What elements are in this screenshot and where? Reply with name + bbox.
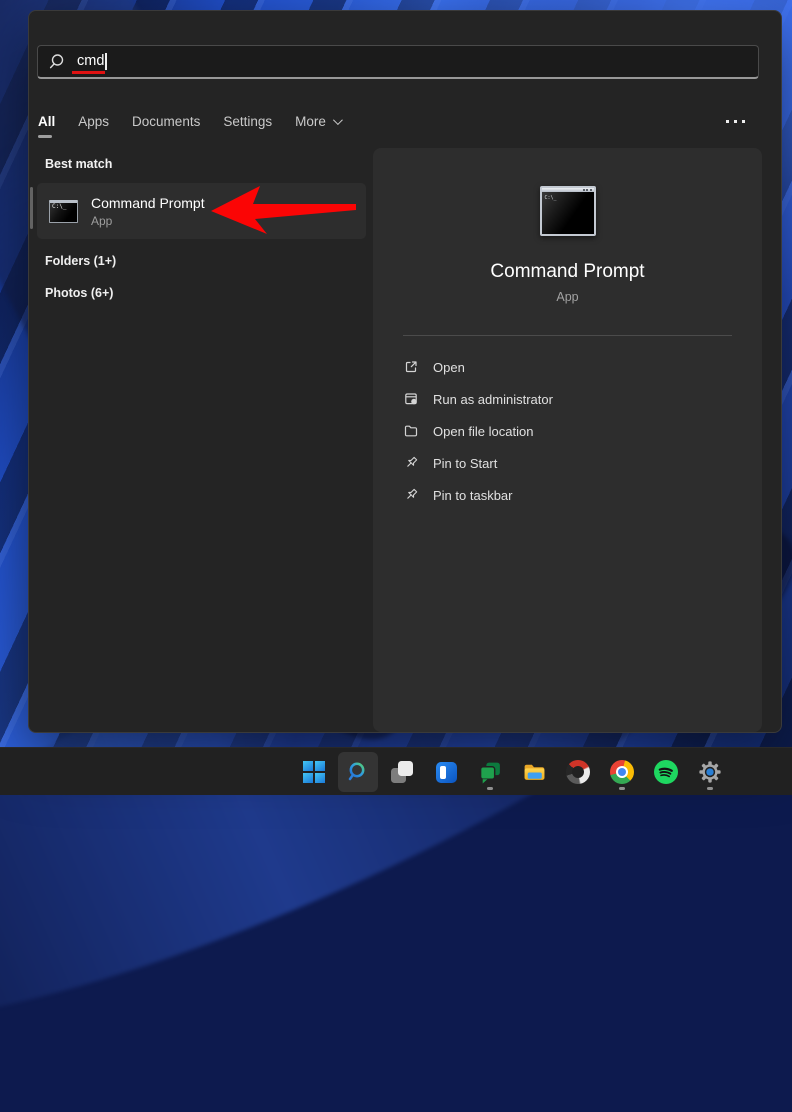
group-photos[interactable]: Photos (6+) bbox=[45, 286, 113, 300]
search-flyout: cmd All Apps Documents Settings More Bes… bbox=[28, 10, 782, 733]
scrollbar-thumb[interactable] bbox=[30, 187, 33, 229]
spotify-icon bbox=[654, 760, 678, 784]
cmd-icon-titlebar bbox=[542, 188, 594, 192]
taskbar-widgets-button[interactable] bbox=[426, 752, 466, 792]
chevron-down-icon bbox=[333, 115, 343, 125]
tab-all-label: All bbox=[38, 114, 55, 129]
action-open-file-location-label: Open file location bbox=[433, 424, 533, 439]
tab-documents[interactable]: Documents bbox=[131, 114, 201, 129]
taskbar-start-button[interactable] bbox=[294, 752, 334, 792]
tab-all[interactable]: All bbox=[37, 114, 56, 129]
search-icon bbox=[48, 53, 65, 70]
tab-more-label: More bbox=[295, 114, 326, 129]
best-match-item[interactable]: C:\_ Command Prompt App bbox=[37, 183, 366, 239]
preview-pane: C:\_ Command Prompt App Open Run as admi… bbox=[373, 148, 762, 732]
chat-icon bbox=[478, 760, 503, 785]
widgets-icon bbox=[436, 762, 457, 783]
text-caret bbox=[105, 53, 107, 70]
divider bbox=[403, 335, 732, 336]
group-folders[interactable]: Folders (1+) bbox=[45, 254, 116, 268]
action-pin-to-start[interactable]: Pin to Start bbox=[391, 447, 744, 479]
taskbar-spotify-button[interactable] bbox=[646, 752, 686, 792]
settings-gear-icon bbox=[697, 759, 723, 785]
preview-subtitle: App bbox=[556, 290, 578, 304]
search-query-text: cmd bbox=[77, 54, 104, 69]
best-match-subtitle: App bbox=[91, 214, 205, 228]
pin-icon bbox=[403, 487, 419, 503]
best-match-title: Command Prompt bbox=[91, 195, 205, 211]
cmd-icon-text: C:\_ bbox=[52, 203, 66, 210]
taskbar-ring-app-button[interactable] bbox=[558, 752, 598, 792]
tab-documents-label: Documents bbox=[132, 114, 200, 129]
action-pin-to-start-label: Pin to Start bbox=[433, 456, 497, 471]
search-taskbar-icon bbox=[346, 760, 370, 784]
active-tab-indicator bbox=[38, 135, 52, 138]
folder-icon bbox=[403, 423, 419, 439]
task-view-icon bbox=[390, 760, 414, 784]
taskbar bbox=[0, 747, 792, 795]
windows-start-icon bbox=[303, 761, 325, 783]
action-run-as-administrator[interactable]: Run as administrator bbox=[391, 383, 744, 415]
chrome-icon bbox=[610, 760, 634, 784]
tab-apps[interactable]: Apps bbox=[77, 114, 110, 129]
tab-settings-label: Settings bbox=[223, 114, 272, 129]
cmd-icon-text: C:\_ bbox=[545, 195, 557, 201]
search-filter-tabs: All Apps Documents Settings More bbox=[37, 108, 773, 134]
tab-settings[interactable]: Settings bbox=[222, 114, 273, 129]
preview-title: Command Prompt bbox=[490, 261, 644, 283]
taskbar-file-explorer-button[interactable] bbox=[514, 752, 554, 792]
taskbar-settings-button[interactable] bbox=[690, 752, 730, 792]
running-indicator bbox=[487, 787, 493, 790]
running-indicator bbox=[707, 787, 713, 790]
taskbar-task-view-button[interactable] bbox=[382, 752, 422, 792]
taskbar-chrome-button[interactable] bbox=[602, 752, 642, 792]
taskbar-search-button[interactable] bbox=[338, 752, 378, 792]
action-list: Open Run as administrator Open file loca… bbox=[373, 351, 762, 511]
running-indicator bbox=[619, 787, 625, 790]
command-prompt-icon-large: C:\_ bbox=[540, 186, 596, 236]
action-pin-to-taskbar-label: Pin to taskbar bbox=[433, 488, 513, 503]
file-explorer-icon bbox=[522, 760, 547, 785]
action-run-as-administrator-label: Run as administrator bbox=[433, 392, 553, 407]
open-icon bbox=[403, 359, 419, 375]
best-match-header: Best match bbox=[45, 157, 112, 171]
more-options-button[interactable] bbox=[726, 120, 745, 123]
pin-icon bbox=[403, 455, 419, 471]
action-pin-to-taskbar[interactable]: Pin to taskbar bbox=[391, 479, 744, 511]
ring-app-icon bbox=[566, 760, 590, 784]
tab-apps-label: Apps bbox=[78, 114, 109, 129]
admin-icon bbox=[403, 391, 419, 407]
action-open[interactable]: Open bbox=[391, 351, 744, 383]
action-open-file-location[interactable]: Open file location bbox=[391, 415, 744, 447]
taskbar-items bbox=[294, 752, 730, 792]
taskbar-chat-button[interactable] bbox=[470, 752, 510, 792]
action-open-label: Open bbox=[433, 360, 465, 375]
tab-more[interactable]: More bbox=[294, 114, 341, 129]
command-prompt-icon: C:\_ bbox=[49, 200, 78, 223]
search-input[interactable]: cmd bbox=[37, 45, 759, 79]
